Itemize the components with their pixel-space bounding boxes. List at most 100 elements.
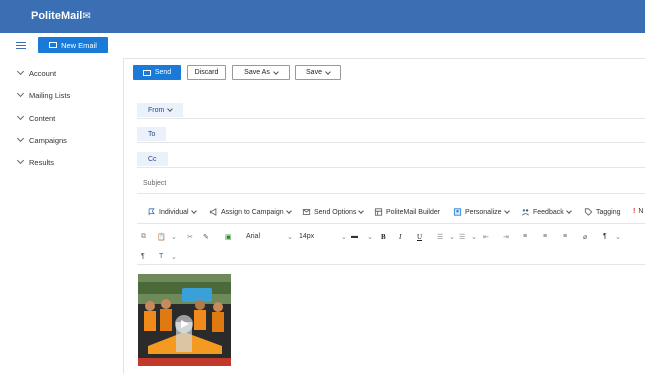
to-row[interactable]: To bbox=[137, 124, 645, 143]
send-button[interactable]: Send bbox=[133, 65, 181, 80]
align-center-icon[interactable]: ≡ bbox=[543, 233, 547, 240]
tagging-label: Tagging bbox=[596, 208, 621, 216]
sidebar-item-label: Mailing Lists bbox=[29, 91, 71, 100]
app-logo[interactable]: PoliteMail✉ bbox=[31, 10, 91, 22]
flag-icon bbox=[148, 208, 155, 216]
chevron-down-icon bbox=[273, 68, 279, 75]
sidebar-item-account[interactable]: Account bbox=[16, 67, 57, 78]
chevron-down-icon[interactable]: ⌄ bbox=[287, 233, 293, 241]
numbered-list-icon[interactable]: ☰ bbox=[459, 233, 465, 241]
cc-button[interactable]: Cc bbox=[137, 152, 168, 166]
compose-pane: Send Discard Save As Save From To Cc Sub… bbox=[124, 58, 645, 374]
underline-button[interactable]: U bbox=[417, 233, 422, 241]
paste-icon[interactable]: 📋 bbox=[157, 233, 166, 241]
sidebar-item-label: Content bbox=[29, 114, 56, 123]
subscript-icon[interactable]: T bbox=[159, 253, 163, 260]
from-label: From bbox=[148, 106, 165, 114]
menu-icon[interactable] bbox=[16, 42, 26, 49]
font-size-select[interactable]: 14px bbox=[299, 233, 314, 240]
format-painter-icon[interactable]: ✎ bbox=[203, 233, 209, 241]
chevron-down-icon[interactable]: ⌄ bbox=[449, 233, 455, 241]
tagging-button[interactable]: Tagging bbox=[584, 208, 621, 216]
chevron-down-icon bbox=[16, 156, 25, 165]
clear-format-icon[interactable]: ⌀ bbox=[583, 233, 587, 241]
send-label: Send bbox=[154, 69, 172, 76]
discard-label: Discard bbox=[194, 69, 219, 76]
chevron-down-icon bbox=[16, 89, 25, 98]
chevron-down-icon[interactable]: ⌄ bbox=[171, 233, 177, 241]
assign-campaign-button[interactable]: Assign to Campaign bbox=[209, 208, 292, 216]
envelope-icon bbox=[49, 42, 58, 48]
action-bar: New Email bbox=[0, 33, 645, 59]
discard-button[interactable]: Discard bbox=[187, 65, 226, 80]
sidebar-item-label: Campaigns bbox=[29, 136, 67, 145]
personalize-label: Personalize bbox=[465, 208, 502, 216]
chevron-down-icon bbox=[503, 208, 510, 214]
feedback-icon bbox=[522, 209, 529, 216]
image-icon[interactable]: ▣ bbox=[225, 233, 232, 241]
save-as-label: Save As bbox=[244, 69, 270, 76]
cut-icon[interactable]: ✂ bbox=[187, 233, 193, 241]
individual-button[interactable]: Individual bbox=[147, 208, 197, 216]
copy-icon[interactable]: ⧉ bbox=[141, 233, 146, 241]
chevron-down-icon[interactable]: ⌄ bbox=[615, 233, 621, 241]
save-as-button[interactable]: Save As bbox=[232, 65, 290, 80]
text-color-icon[interactable]: ▬ bbox=[351, 233, 358, 240]
builder-icon bbox=[374, 208, 383, 216]
align-left-icon[interactable]: ≡ bbox=[523, 233, 527, 240]
font-family-value: Arial bbox=[246, 233, 261, 240]
chevron-down-icon[interactable]: ⌄ bbox=[367, 233, 373, 241]
save-button[interactable]: Save bbox=[295, 65, 341, 80]
chevron-down-icon[interactable]: ⌄ bbox=[171, 253, 177, 261]
mail-settings-icon bbox=[302, 209, 311, 215]
chevron-down-icon bbox=[167, 106, 174, 112]
sidebar-item-label: Account bbox=[29, 69, 57, 78]
chevron-down-icon bbox=[16, 112, 25, 121]
italic-button[interactable]: I bbox=[399, 233, 401, 241]
indent-icon[interactable]: ⇥ bbox=[503, 233, 509, 241]
to-button[interactable]: To bbox=[137, 127, 167, 141]
personalize-icon bbox=[453, 208, 462, 216]
chevron-down-icon[interactable]: ⌄ bbox=[471, 233, 477, 241]
app-header: PoliteMail✉ bbox=[0, 0, 645, 33]
chevron-down-icon bbox=[565, 208, 572, 214]
chevron-down-icon bbox=[285, 208, 292, 214]
from-row: From bbox=[137, 100, 645, 119]
new-email-label: New Email bbox=[61, 40, 97, 50]
sidebar-item-campaigns[interactable]: Campaigns bbox=[16, 134, 67, 145]
sidebar-item-content[interactable]: Content bbox=[16, 112, 56, 123]
personalize-button[interactable]: Personalize bbox=[453, 208, 510, 216]
chevron-down-icon bbox=[16, 134, 25, 143]
subject-row[interactable]: Subject bbox=[137, 175, 645, 194]
from-button[interactable]: From bbox=[137, 103, 184, 117]
font-size-value: 14px bbox=[299, 233, 315, 240]
bold-button[interactable]: B bbox=[381, 233, 386, 241]
bullet-list-icon[interactable]: ☰ bbox=[437, 233, 443, 241]
feedback-button[interactable]: Feedback bbox=[521, 208, 572, 216]
sidebar-item-results[interactable]: Results bbox=[16, 156, 54, 167]
align-right-icon[interactable]: ≡ bbox=[563, 233, 567, 240]
email-body-image[interactable] bbox=[138, 274, 231, 366]
chevron-down-icon bbox=[16, 67, 25, 76]
cc-row[interactable]: Cc bbox=[137, 149, 645, 168]
paragraph-icon[interactable]: ¶ bbox=[603, 233, 607, 240]
send-options-label: Send Options bbox=[314, 208, 357, 216]
chevron-down-icon bbox=[190, 208, 197, 214]
outdent-icon[interactable]: ⇤ bbox=[483, 233, 489, 241]
feedback-label: Feedback bbox=[533, 208, 564, 216]
sidebar-item-mailing-lists[interactable]: Mailing Lists bbox=[16, 89, 71, 100]
subject-input[interactable]: Subject bbox=[143, 180, 166, 187]
logo-mark: ✉ bbox=[82, 11, 91, 22]
individual-label: Individual bbox=[159, 208, 189, 216]
logo-text: PoliteMail bbox=[31, 10, 83, 22]
font-family-select[interactable]: Arial bbox=[246, 233, 288, 240]
priority-button[interactable]: ! N bbox=[633, 208, 643, 215]
rtl-paragraph-icon[interactable]: ¶ bbox=[141, 253, 145, 260]
to-label: To bbox=[148, 130, 156, 138]
politemail-builder-button[interactable]: PoliteMail Builder bbox=[374, 208, 440, 216]
new-email-button[interactable]: New Email bbox=[38, 37, 108, 53]
send-options-button[interactable]: Send Options bbox=[302, 208, 365, 216]
format-toolbar-row2: ¶ T ⌄ bbox=[137, 250, 645, 265]
format-toolbar: ⧉ 📋 ⌄ ✂ ✎ ▣ Arial ⌄ 14px ⌄ ▬ ⌄ B I U ☰ ⌄… bbox=[137, 230, 645, 245]
chevron-down-icon[interactable]: ⌄ bbox=[341, 233, 347, 241]
